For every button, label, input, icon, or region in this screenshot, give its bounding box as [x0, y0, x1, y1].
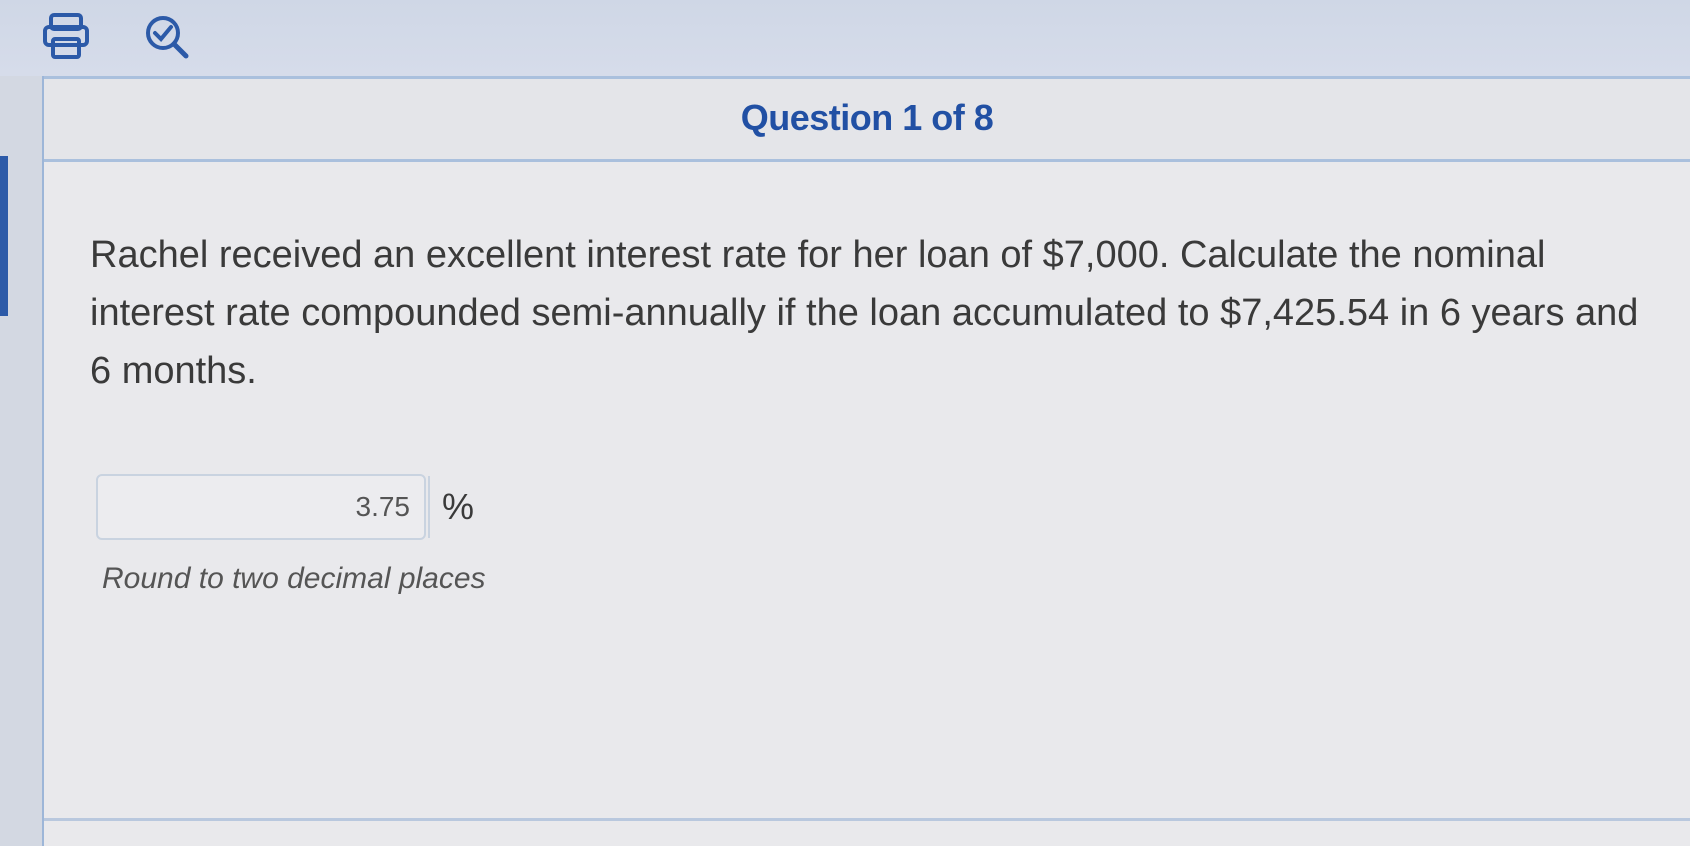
unit-divider: [428, 476, 430, 538]
rounding-hint: Round to two decimal places: [102, 562, 486, 595]
question-panel: Question 1 of 8 Rachel received an excel…: [44, 76, 1690, 846]
top-toolbar: [0, 0, 1690, 76]
answer-input[interactable]: [96, 474, 426, 540]
question-text: Rachel received an excellent interest ra…: [90, 234, 1639, 392]
left-rail: [0, 76, 45, 846]
question-counter: Question 1 of 8: [740, 97, 994, 138]
answer-row: %: [96, 472, 474, 542]
rail-accent: [0, 156, 8, 316]
review-search-icon[interactable]: [134, 8, 198, 64]
question-header: Question 1 of 8: [44, 76, 1690, 162]
printer-icon[interactable]: [34, 8, 98, 64]
divider: [44, 818, 1690, 821]
percent-unit: %: [442, 486, 475, 527]
